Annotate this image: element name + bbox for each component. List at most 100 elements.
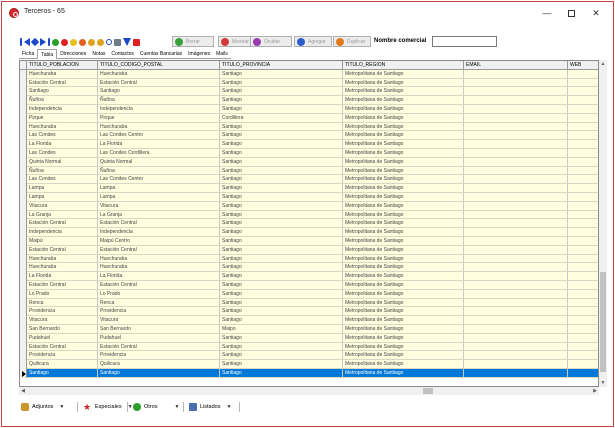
table-cell-email[interactable]	[464, 210, 568, 220]
table-cell-codigo-postal[interactable]: Quilicura	[98, 360, 220, 369]
table-row[interactable]: Santiago Santiago Santiago Metropolitana de…	[20, 369, 598, 378]
row-indicator[interactable]	[20, 166, 27, 176]
table-row[interactable]: Vitacura Vitacura Santiago Metropolitana de…	[20, 316, 598, 325]
table-cell-web[interactable]	[568, 281, 598, 290]
prev-record-icon[interactable]	[30, 37, 40, 47]
tab-imagenes[interactable]: Imágenes	[185, 49, 214, 59]
table-cell-email[interactable]	[464, 122, 568, 132]
table-cell-codigo-postal[interactable]: Independencia	[98, 228, 220, 237]
table-cell-web[interactable]	[568, 342, 598, 352]
table-row[interactable]: Estación Central Estación Central Santiago…	[20, 219, 598, 229]
table-cell-email[interactable]	[464, 131, 568, 141]
table-cell-web[interactable]	[568, 193, 598, 202]
table-cell-web[interactable]	[568, 351, 598, 361]
table-cell-poblacion[interactable]: Huechuraba	[27, 254, 98, 264]
table-row[interactable]: Providencia Providencia Santiago Metropolit…	[20, 307, 598, 317]
table-row[interactable]: Providencia Providencia Santiago Metropolit…	[20, 351, 598, 361]
cancel-record-icon[interactable]	[88, 38, 95, 46]
column-header-codigo-postal[interactable]: TITULO_CODIGO_POSTAL	[98, 61, 220, 69]
table-cell-email[interactable]	[464, 333, 568, 343]
table-cell-codigo-postal[interactable]: San Bernardo	[98, 325, 220, 334]
table-row[interactable]: Independencia Independencia Santiago Metrop…	[20, 105, 598, 114]
table-cell-provincia[interactable]: Santiago	[220, 219, 343, 229]
table-cell-poblacion[interactable]: Ñuñoa	[27, 166, 98, 176]
table-cell-provincia[interactable]: Santiago	[220, 201, 343, 211]
table-row[interactable]: Ñuñoa Ñuñoa Santiago Metropolitana de Santi…	[20, 166, 598, 176]
table-cell-region[interactable]: Metropolitana de Santiago	[343, 131, 464, 141]
table-cell-email[interactable]	[464, 157, 568, 167]
row-indicator[interactable]	[20, 184, 27, 193]
exit-icon[interactable]	[133, 38, 140, 46]
table-cell-email[interactable]	[464, 175, 568, 185]
table-row[interactable]: San Bernardo San Bernardo Maipo Metropolita…	[20, 325, 598, 334]
table-cell-poblacion[interactable]: Las Condes	[27, 131, 98, 141]
adjuntos-menu-button[interactable]: Adjuntos ▼	[21, 401, 64, 413]
table-cell-web[interactable]	[568, 131, 598, 141]
table-cell-codigo-postal[interactable]: Providencia	[98, 351, 220, 361]
table-row[interactable]: Quinta Normal Quinta Normal Santiago Metrop…	[20, 157, 598, 167]
row-indicator[interactable]	[20, 140, 27, 149]
table-cell-web[interactable]	[568, 228, 598, 237]
table-cell-web[interactable]	[568, 184, 598, 193]
table-cell-poblacion[interactable]: Lampa	[27, 184, 98, 193]
table-cell-codigo-postal[interactable]: Ñuñoa	[98, 96, 220, 105]
table-cell-email[interactable]	[464, 289, 568, 299]
table-cell-email[interactable]	[464, 219, 568, 229]
row-indicator[interactable]	[20, 201, 27, 211]
table-cell-region[interactable]: Metropolitana de Santiago	[343, 369, 464, 378]
table-cell-poblacion[interactable]: Santiago	[27, 87, 98, 97]
table-cell-codigo-postal[interactable]: Lo Prado	[98, 289, 220, 299]
table-cell-poblacion[interactable]: Maipú	[27, 237, 98, 246]
table-cell-codigo-postal[interactable]: Santiago	[98, 369, 220, 378]
table-cell-provincia[interactable]: Santiago	[220, 157, 343, 167]
table-cell-web[interactable]	[568, 149, 598, 158]
table-row[interactable]: La Florida La Florida Santiago Metropolitan…	[20, 272, 598, 281]
table-cell-email[interactable]	[464, 201, 568, 211]
table-cell-provincia[interactable]: Santiago	[220, 122, 343, 132]
table-cell-codigo-postal[interactable]: Estación Central	[98, 281, 220, 290]
table-cell-web[interactable]	[568, 105, 598, 114]
table-cell-web[interactable]	[568, 307, 598, 317]
row-indicator[interactable]	[20, 122, 27, 132]
ocultar-button[interactable]: Ocultar	[250, 36, 292, 47]
table-cell-email[interactable]	[464, 237, 568, 246]
table-cell-provincia[interactable]: Santiago	[220, 351, 343, 361]
table-cell-region[interactable]: Metropolitana de Santiago	[343, 78, 464, 88]
row-indicator[interactable]	[20, 219, 27, 229]
table-cell-codigo-postal[interactable]: Maipú Centro	[98, 237, 220, 246]
row-indicator[interactable]	[20, 289, 27, 299]
table-row[interactable]: Las Condes Las Condes Centro Santiago Metro…	[20, 131, 598, 141]
table-cell-poblacion[interactable]: Quinta Normal	[27, 157, 98, 167]
table-cell-codigo-postal[interactable]: Vitacura	[98, 316, 220, 325]
filter-icon[interactable]	[123, 38, 131, 46]
row-indicator[interactable]	[20, 369, 27, 378]
table-cell-web[interactable]	[568, 333, 598, 343]
table-row[interactable]: Huechuraba Huechuraba Santiago Metropolitan…	[20, 69, 598, 79]
row-indicator[interactable]	[20, 96, 27, 105]
table-cell-email[interactable]	[464, 245, 568, 255]
table-cell-region[interactable]: Metropolitana de Santiago	[343, 157, 464, 167]
table-cell-web[interactable]	[568, 298, 598, 308]
table-cell-provincia[interactable]: Santiago	[220, 307, 343, 317]
table-cell-email[interactable]	[464, 360, 568, 369]
table-cell-region[interactable]: Metropolitana de Santiago	[343, 325, 464, 334]
table-row[interactable]: Estación Central Estación Central Santiago…	[20, 245, 598, 255]
table-cell-web[interactable]	[568, 245, 598, 255]
row-indicator[interactable]	[20, 333, 27, 343]
table-cell-region[interactable]: Metropolitana de Santiago	[343, 316, 464, 325]
borrar-button[interactable]: Borrar	[172, 36, 214, 47]
table-cell-codigo-postal[interactable]: Lampa	[98, 193, 220, 202]
table-cell-codigo-postal[interactable]: Ñuñoa	[98, 166, 220, 176]
table-row[interactable]: Estación Central Estación Central Santiago…	[20, 78, 598, 88]
table-cell-codigo-postal[interactable]: Las Condes Centro	[98, 175, 220, 185]
table-cell-region[interactable]: Metropolitana de Santiago	[343, 237, 464, 246]
table-row[interactable]: Huechuraba Huechuraba Santiago Metropolitan…	[20, 263, 598, 273]
row-indicator[interactable]	[20, 237, 27, 246]
table-cell-email[interactable]	[464, 272, 568, 281]
row-indicator[interactable]	[20, 113, 27, 123]
table-cell-provincia[interactable]: Santiago	[220, 289, 343, 299]
row-indicator[interactable]	[20, 307, 27, 317]
table-cell-codigo-postal[interactable]: Quinta Normal	[98, 157, 220, 167]
table-cell-email[interactable]	[464, 96, 568, 105]
table-cell-poblacion[interactable]: Providencia	[27, 307, 98, 317]
